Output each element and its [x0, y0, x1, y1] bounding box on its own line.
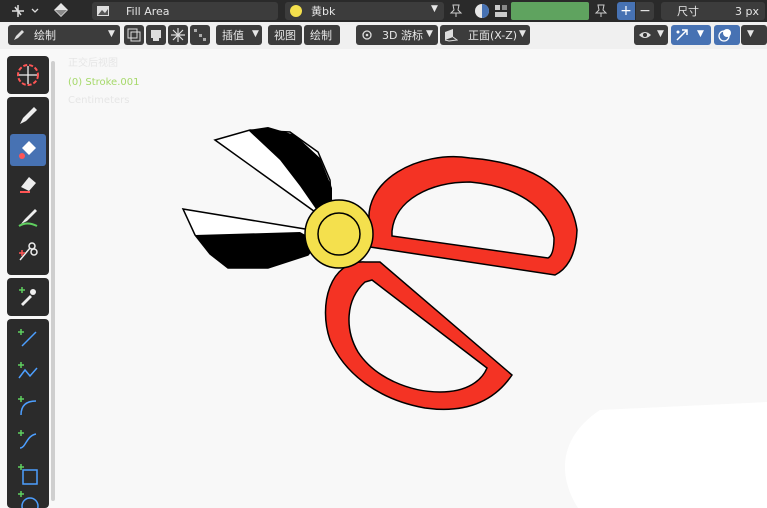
- draw-icon[interactable]: [10, 100, 46, 132]
- eyedropper-icon[interactable]: [10, 281, 46, 313]
- polyline-icon[interactable]: [10, 356, 46, 388]
- pivot-screw: [304, 199, 374, 269]
- erase-icon[interactable]: [10, 168, 46, 200]
- cutter-icon[interactable]: [10, 236, 46, 268]
- arc-icon[interactable]: [10, 390, 46, 422]
- upper-blade: [213, 127, 333, 215]
- cursor-group: [7, 56, 49, 94]
- scissors-drawing: [181, 127, 767, 508]
- white-shape: [564, 402, 767, 508]
- lower-handle: [324, 261, 513, 411]
- upper-handle: [368, 156, 578, 276]
- tool-shelf: [0, 49, 57, 508]
- circle-icon[interactable]: [10, 490, 46, 508]
- eyedropper-group: [7, 278, 49, 316]
- line-icon[interactable]: [10, 322, 46, 354]
- lower-blade: [181, 208, 319, 269]
- toolbar-scrollbar[interactable]: [51, 61, 55, 501]
- draw-tools-group: [7, 97, 49, 275]
- tint-icon[interactable]: [10, 202, 46, 234]
- fill-icon[interactable]: [10, 134, 46, 166]
- box-icon[interactable]: [10, 458, 46, 490]
- curve-icon[interactable]: [10, 424, 46, 456]
- cursor-icon[interactable]: [10, 59, 46, 91]
- primitive-tools-group: [7, 319, 49, 508]
